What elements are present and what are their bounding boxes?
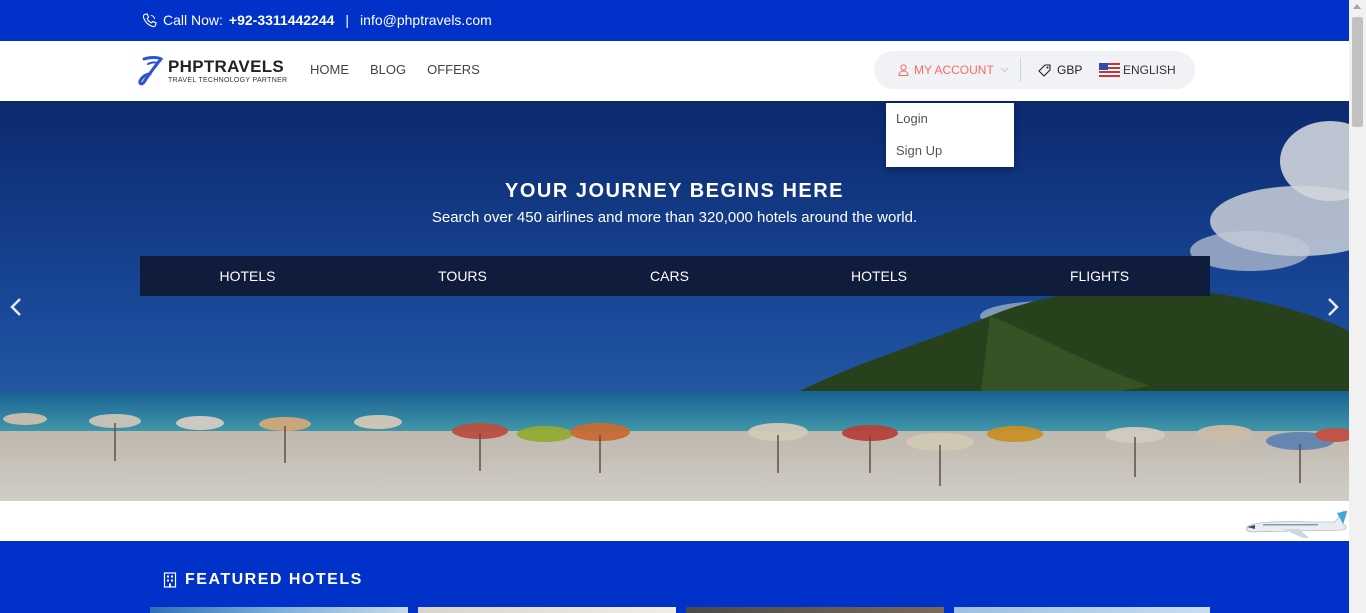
page-scrollbar[interactable] — [1349, 0, 1366, 613]
topbar-separator: | — [345, 12, 350, 28]
search-tabs: HOTELS TOURS CARS HOTELS FLIGHTS — [140, 256, 1210, 296]
account-pill: MY ACCOUNT GBP ENGLISH — [874, 51, 1195, 89]
chevron-left-icon[interactable] — [9, 297, 23, 317]
chevron-down-icon — [1000, 67, 1009, 73]
tab-tours[interactable]: TOURS — [355, 256, 570, 296]
hero-subtitle: Search over 450 airlines and more than 3… — [431, 209, 918, 226]
tab-flights[interactable]: FLIGHTS — [989, 256, 1210, 296]
us-flag-icon — [1099, 63, 1120, 77]
pill-divider — [1020, 58, 1021, 82]
tab-cars[interactable]: CARS — [570, 256, 769, 296]
logo-tagline: TRAVEL TECHNOLOGY PARTNER — [168, 76, 288, 84]
nav-blog[interactable]: BLOG — [370, 62, 406, 77]
phone-icon — [142, 12, 157, 27]
airplane-icon — [1246, 510, 1348, 538]
price-tag-icon — [1038, 63, 1051, 77]
featured-hotels-title: FEATURED HOTELS — [185, 571, 363, 588]
featured-hotels-section: FEATURED HOTELS — [0, 541, 1349, 613]
nav-offers[interactable]: OFFERS — [427, 62, 480, 77]
hero-beach-image — [0, 101, 1349, 501]
logo-name: PHPTRAVELS — [168, 56, 285, 76]
login-link[interactable]: Login — [896, 111, 928, 126]
tab-hotels[interactable]: HOTELS — [140, 256, 355, 296]
language-selector[interactable]: ENGLISH — [1099, 63, 1176, 77]
call-now-label: Call Now: — [163, 12, 223, 28]
signup-link[interactable]: Sign Up — [896, 143, 942, 158]
header: PHPTRAVELS TRAVEL TECHNOLOGY PARTNER HOM… — [0, 41, 1349, 101]
hero-slider: YOUR JOURNEY BEGINS HERE Search over 450… — [0, 101, 1349, 501]
hotel-card-image[interactable] — [418, 607, 676, 613]
hotel-card-image[interactable] — [954, 607, 1210, 613]
currency-selector[interactable]: GBP — [1038, 63, 1082, 77]
phone-number[interactable]: +92-3311442244 — [229, 12, 335, 28]
top-bar: Call Now: +92-3311442244 | info@phptrave… — [0, 0, 1349, 41]
hotel-card-image[interactable] — [686, 607, 944, 613]
logo-mark-icon — [138, 56, 164, 86]
user-icon — [898, 64, 909, 76]
scroll-up-icon[interactable] — [1353, 4, 1361, 9]
account-dropdown: Login Sign Up — [886, 103, 1014, 167]
chevron-right-icon[interactable] — [1326, 297, 1340, 317]
my-account-button[interactable]: MY ACCOUNT — [898, 63, 1009, 77]
language-label: ENGLISH — [1123, 63, 1176, 77]
hotel-card-image[interactable] — [150, 607, 408, 613]
logo[interactable]: PHPTRAVELS TRAVEL TECHNOLOGY PARTNER — [138, 55, 287, 87]
nav-home[interactable]: HOME — [310, 62, 349, 77]
currency-label: GBP — [1057, 63, 1083, 77]
building-icon — [163, 572, 177, 588]
my-account-label: MY ACCOUNT — [914, 63, 994, 77]
tab-hotels-2[interactable]: HOTELS — [769, 256, 989, 296]
scrollbar-thumb[interactable] — [1352, 17, 1363, 127]
hero-title: YOUR JOURNEY BEGINS HERE — [504, 180, 845, 202]
main-nav: HOME BLOG OFFERS — [310, 62, 480, 77]
email-link[interactable]: info@phptravels.com — [360, 12, 492, 28]
